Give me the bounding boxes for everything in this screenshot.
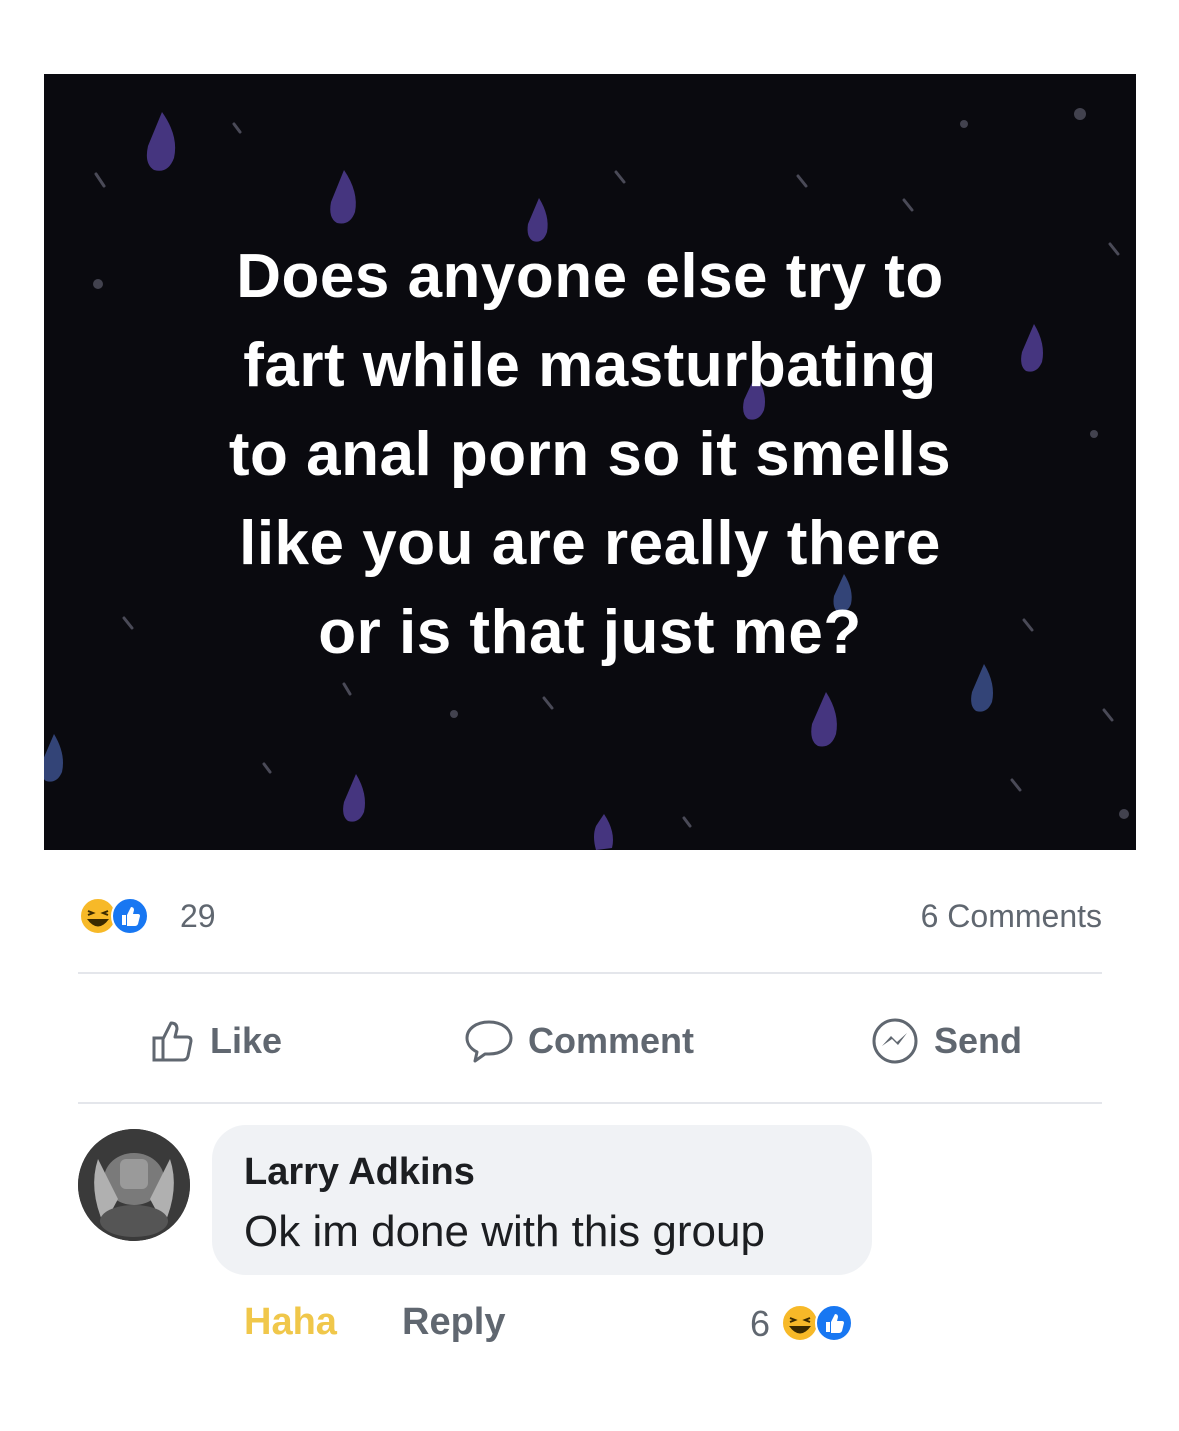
send-button[interactable]: Send [870, 1013, 1022, 1069]
comment-reaction-icons[interactable] [780, 1303, 866, 1343]
comment-label: Comment [528, 1020, 695, 1061]
comments-count-link[interactable]: 6 Comments [921, 898, 1102, 935]
post-image[interactable]: Does anyone else try to fart while mastu… [44, 74, 1136, 850]
divider [78, 972, 1102, 974]
comment-text: Ok im done with this group [244, 1207, 765, 1256]
haha-icon [781, 1304, 819, 1342]
avatar-image [78, 1129, 190, 1241]
comment-author[interactable]: Larry Adkins [244, 1151, 475, 1194]
like-icon [815, 1304, 853, 1342]
messenger-icon [872, 1018, 918, 1064]
reply-button[interactable]: Reply [402, 1301, 505, 1344]
divider [78, 1102, 1102, 1104]
comment-button[interactable]: Comment [464, 1013, 694, 1069]
haha-icon [79, 897, 117, 935]
comment: Larry Adkins Ok im done with this group … [78, 1125, 1102, 1385]
post-text: Does anyone else try to fart while mastu… [228, 242, 952, 667]
action-bar: Like Comment Send [78, 1005, 1102, 1075]
like-button[interactable]: Like [150, 1013, 282, 1069]
comment-bubble-icon [465, 1020, 513, 1063]
haha-reaction-button[interactable]: Haha [244, 1301, 337, 1344]
reactions-summary[interactable]: 29 6 Comments [78, 890, 1102, 940]
comment-bubble: Larry Adkins Ok im done with this group [212, 1125, 872, 1275]
like-icon [111, 897, 149, 935]
comment-reaction-count: 6 [750, 1303, 771, 1344]
avatar[interactable] [78, 1129, 190, 1241]
thumbs-up-icon [152, 1021, 193, 1062]
send-label: Send [934, 1020, 1023, 1061]
like-label: Like [210, 1020, 283, 1061]
reaction-icons [79, 897, 149, 935]
reaction-count: 29 [180, 898, 216, 934]
